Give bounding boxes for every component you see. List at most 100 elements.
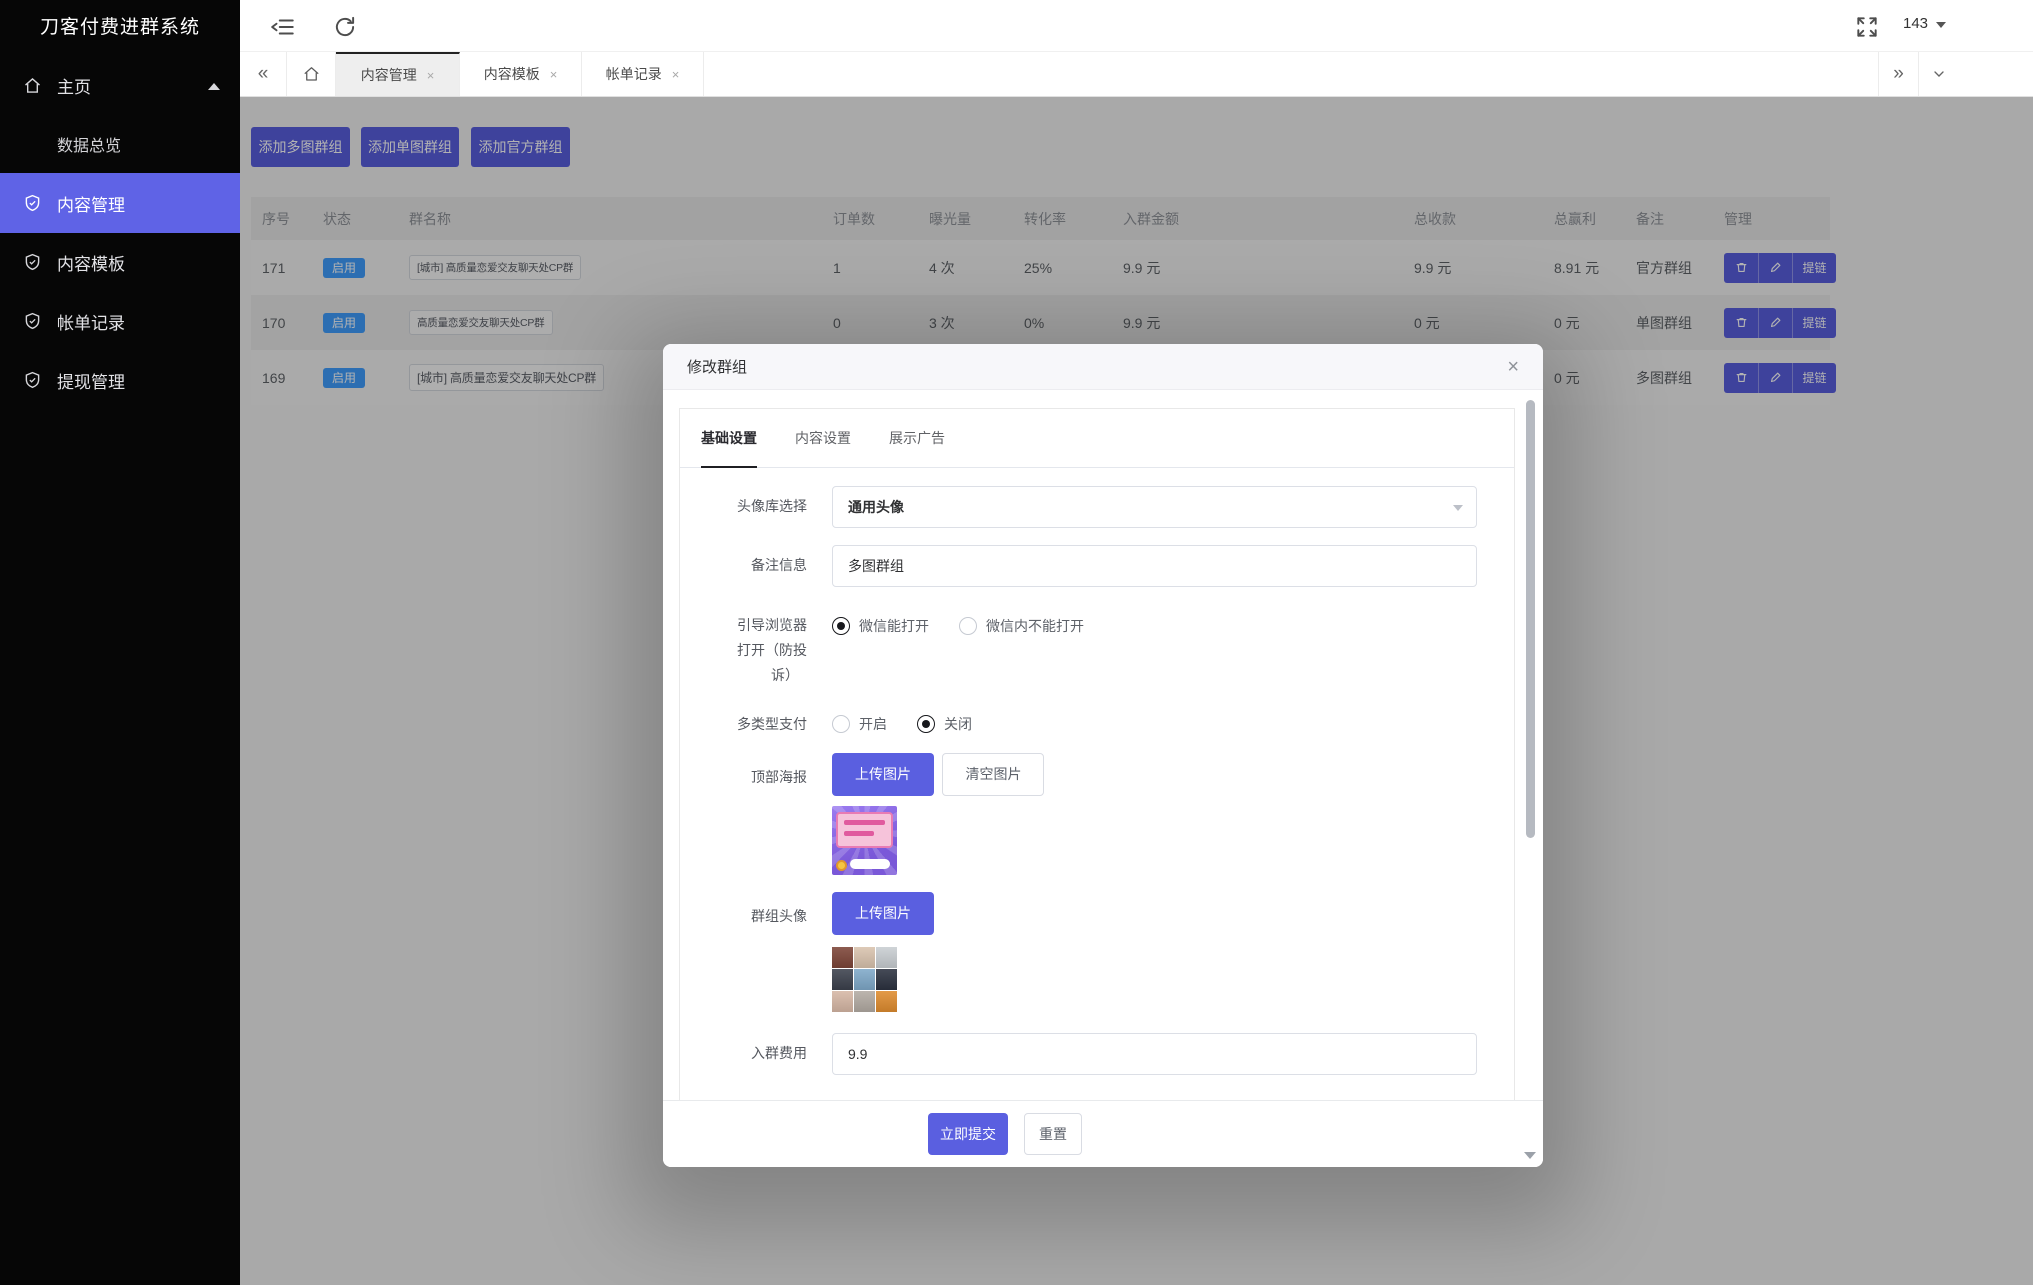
- refresh-icon: [332, 14, 358, 40]
- app-title: 刀客付费进群系统: [0, 0, 240, 56]
- collapse-menu-icon: [270, 14, 296, 40]
- avatar-library-row: 头像库选择 通用头像: [680, 486, 1514, 528]
- radio-label[interactable]: 关闭: [944, 714, 972, 734]
- sidebar-item-billing-records[interactable]: 帐单记录: [0, 292, 240, 351]
- tab-content-template[interactable]: 内容模板 ×: [460, 52, 582, 96]
- submit-button[interactable]: 立即提交: [928, 1113, 1008, 1155]
- poster-thumbnail: [832, 806, 897, 875]
- home-icon: [22, 75, 43, 96]
- fullscreen-icon: [1854, 14, 1880, 40]
- scroll-down-icon[interactable]: [1524, 1152, 1536, 1159]
- sidebar-item-label: 内容模板: [57, 250, 125, 275]
- poster-dot: [836, 860, 847, 871]
- tab-label: 帐单记录: [606, 64, 662, 84]
- radio-label[interactable]: 微信内不能打开: [986, 616, 1084, 636]
- sidebar-item-content-management[interactable]: 内容管理: [0, 173, 240, 233]
- chevron-down-icon: [1931, 66, 1947, 82]
- sidebar-item-label: 内容管理: [57, 191, 125, 216]
- tabs-scroll-right-button[interactable]: »: [1878, 52, 1918, 96]
- tab-billing-records[interactable]: 帐单记录 ×: [582, 52, 704, 96]
- edit-group-modal: 修改群组 × 基础设置 内容设置 展示广告 头像库选择 通用头像: [663, 344, 1543, 1167]
- sidebar-item-content-template[interactable]: 内容模板: [0, 233, 240, 292]
- sidebar-item-label: 数据总览: [57, 132, 121, 156]
- chevron-down-icon: [1453, 505, 1463, 511]
- label-line: 打开（防投: [680, 638, 807, 663]
- multi-payment-row: 多类型支付 开启 关闭: [680, 712, 1514, 737]
- sidebar-item-home[interactable]: 主页: [0, 56, 240, 115]
- chevrons-left-icon: «: [258, 63, 269, 85]
- chevron-down-icon: [1936, 22, 1946, 28]
- tab-content-settings[interactable]: 内容设置: [795, 409, 851, 467]
- tabs-scroll-left-button[interactable]: «: [240, 52, 286, 96]
- entry-fee-row: 入群费用 9.9: [680, 1033, 1514, 1075]
- chevron-up-icon: [208, 83, 220, 90]
- modal-scrollbar-thumb[interactable]: [1526, 400, 1535, 838]
- sidebar-item-label: 帐单记录: [57, 309, 125, 334]
- reset-button[interactable]: 重置: [1024, 1113, 1082, 1155]
- field-label: 多类型支付: [680, 712, 807, 737]
- settings-panel: 基础设置 内容设置 展示广告 头像库选择 通用头像: [679, 408, 1515, 1100]
- close-tab-icon[interactable]: ×: [672, 67, 680, 82]
- modal-tabs: 基础设置 内容设置 展示广告: [680, 409, 1514, 468]
- tabs-menu-button[interactable]: [1918, 52, 1958, 96]
- top-poster-row: 顶部海报 上传图片 清空图片: [680, 753, 1514, 875]
- tab-home[interactable]: [286, 52, 336, 96]
- poster-pill: [850, 859, 890, 869]
- close-tab-icon[interactable]: ×: [427, 68, 435, 83]
- radio-wechat-can-open[interactable]: [832, 617, 850, 635]
- tab-label: 展示广告: [889, 428, 945, 448]
- shield-check-icon: [22, 370, 43, 391]
- field-label: 引导浏览器 打开（防投 诉）: [680, 610, 807, 689]
- group-settings-form: 头像库选择 通用头像 备注信息 多图群组: [680, 468, 1514, 1075]
- tab-basic-settings[interactable]: 基础设置: [701, 409, 757, 467]
- tab-label: 内容模板: [484, 64, 540, 84]
- close-tab-icon[interactable]: ×: [550, 67, 558, 82]
- shield-check-icon: [22, 311, 43, 332]
- radio-wechat-cannot-open[interactable]: [959, 617, 977, 635]
- user-count-dropdown[interactable]: 143: [1903, 15, 1946, 32]
- field-label: 头像库选择: [680, 494, 807, 519]
- field-label: 入群费用: [680, 1041, 807, 1066]
- tab-bar: « 内容管理 × 内容模板 × 帐单记录 × »: [240, 52, 2033, 97]
- remark-row: 备注信息 多图群组: [680, 545, 1514, 587]
- tab-label: 基础设置: [701, 428, 757, 448]
- radio-payment-on[interactable]: [832, 715, 850, 733]
- selected-value: 通用头像: [848, 497, 904, 517]
- app-root: 刀客付费进群系统 主页 数据总览 内容管理 内容模板 帐单记录 提现管理: [0, 0, 2033, 1285]
- radio-label[interactable]: 微信能打开: [859, 616, 929, 636]
- upload-poster-button[interactable]: 上传图片: [832, 753, 934, 796]
- remark-input[interactable]: 多图群组: [832, 545, 1477, 587]
- sidebar-item-data-overview[interactable]: 数据总览: [0, 115, 240, 173]
- radio-payment-off[interactable]: [917, 715, 935, 733]
- tab-display-ads[interactable]: 展示广告: [889, 409, 945, 467]
- close-modal-icon[interactable]: ×: [1507, 357, 1519, 377]
- sidebar-item-withdrawal-management[interactable]: 提现管理: [0, 351, 240, 410]
- collapse-sidebar-button[interactable]: [270, 14, 296, 40]
- sidebar-item-label: 主页: [57, 73, 91, 98]
- field-label: 顶部海报: [680, 753, 807, 790]
- input-value: 9.9: [848, 1046, 867, 1062]
- label-line: 诉）: [680, 663, 807, 688]
- field-label: 群组头像: [680, 892, 807, 929]
- modal-header: 修改群组 ×: [663, 344, 1543, 390]
- radio-label[interactable]: 开启: [859, 714, 887, 734]
- tab-label: 内容管理: [361, 65, 417, 85]
- modal-footer: 立即提交 重置: [663, 1100, 1543, 1167]
- modal-body: 基础设置 内容设置 展示广告 头像库选择 通用头像: [663, 390, 1543, 1100]
- group-avatar-thumbnail: [832, 947, 897, 1012]
- home-icon: [302, 65, 321, 84]
- sidebar: 刀客付费进群系统 主页 数据总览 内容管理 内容模板 帐单记录 提现管理: [0, 0, 240, 1285]
- count-value: 143: [1903, 15, 1928, 32]
- entry-fee-input[interactable]: 9.9: [832, 1033, 1477, 1075]
- topbar: 143: [240, 0, 2033, 52]
- fullscreen-button[interactable]: [1854, 14, 1880, 40]
- tab-label: 内容设置: [795, 428, 851, 448]
- avatar-library-select[interactable]: 通用头像: [832, 486, 1477, 528]
- group-avatar-row: 群组头像 上传图片: [680, 892, 1514, 1012]
- tab-content-management[interactable]: 内容管理 ×: [336, 52, 460, 96]
- clear-poster-button[interactable]: 清空图片: [942, 753, 1044, 796]
- refresh-button[interactable]: [332, 14, 358, 40]
- upload-avatar-button[interactable]: 上传图片: [832, 892, 934, 935]
- shield-check-icon: [22, 252, 43, 273]
- shield-check-icon: [22, 193, 43, 214]
